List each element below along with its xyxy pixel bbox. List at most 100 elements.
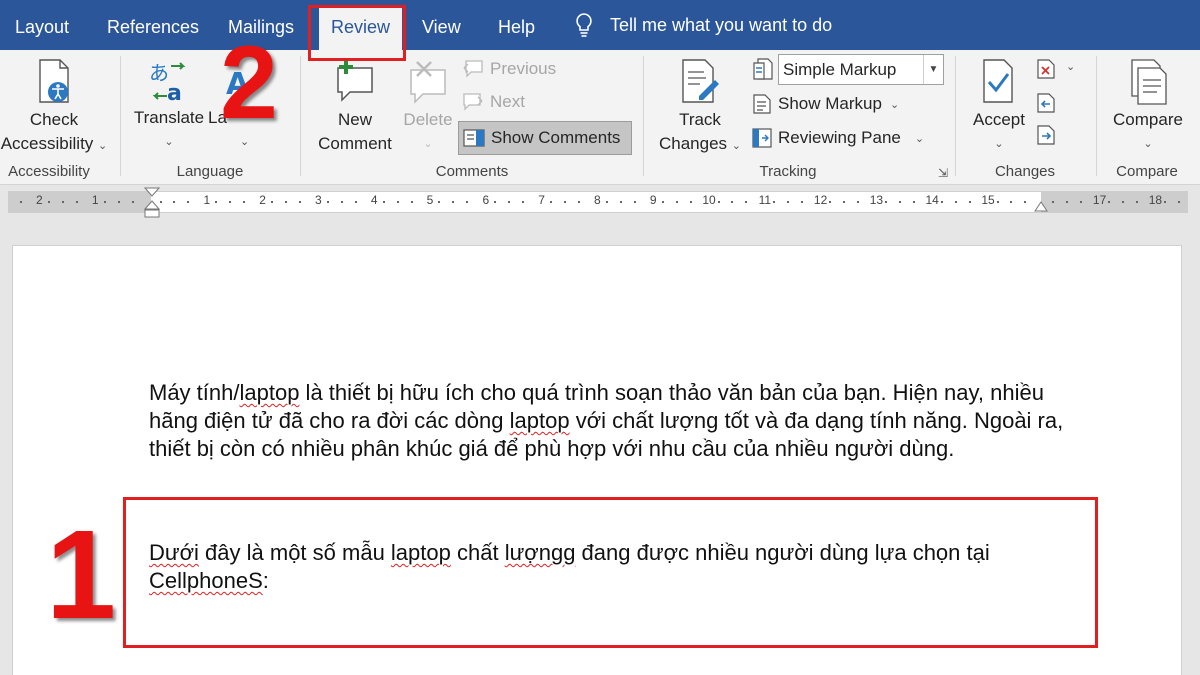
group-label-compare: Compare	[1116, 163, 1178, 180]
ruler-tick	[787, 201, 789, 203]
ruler-tick	[160, 201, 162, 203]
review-tab-highlight	[308, 5, 406, 61]
paragraph-intro[interactable]: Máy tính/laptop là thiết bị hữu ích cho …	[149, 379, 1074, 463]
show-markup-label: Show Markup	[778, 94, 882, 113]
show-markup-button[interactable]: Show Markup ⌄	[752, 93, 899, 115]
dropdown-arrow-icon[interactable]: ▼	[923, 55, 943, 84]
ruler-tick	[1178, 201, 1180, 203]
horizontal-ruler[interactable]: 2 1 1 2 3 4 5 6 7 8 9 10 11 12 13 14 15 17 18	[0, 187, 1200, 219]
ruler-tick	[997, 201, 999, 203]
ruler-tick	[1108, 201, 1110, 203]
ruler-tick	[48, 201, 50, 203]
tab-view[interactable]: View	[422, 0, 461, 50]
ruler-tick	[383, 201, 385, 203]
ruler-tick	[187, 201, 189, 203]
compare-icon	[1131, 59, 1167, 105]
tab-layout[interactable]: Layout	[15, 0, 69, 50]
next-comment-button[interactable]: Next	[462, 92, 525, 112]
ruler-number: 18	[1148, 193, 1163, 207]
accept-button[interactable]: Accept ⌄	[966, 58, 1032, 156]
accept-icon	[983, 59, 1013, 103]
previous-change-icon[interactable]	[1036, 92, 1056, 114]
previous-comment-label: Previous	[490, 59, 557, 78]
track-changes-button[interactable]: Track Changes ⌄	[654, 58, 746, 158]
group-label-accessibility: Accessibility	[8, 163, 90, 180]
svg-text:a: a	[167, 81, 182, 104]
ribbon-tab-bar: Layout References Mailings Review View H…	[0, 0, 1200, 50]
ruler-tick	[215, 201, 217, 203]
ruler-margin-left	[8, 191, 151, 213]
group-label-comments: Comments	[435, 163, 509, 180]
reject-button[interactable]: ⌄	[1036, 58, 1075, 85]
new-comment-button[interactable]: New Comment	[312, 58, 398, 156]
ruler-tick	[955, 201, 957, 203]
ruler-tick	[466, 201, 468, 203]
ruler-tick	[731, 201, 733, 203]
misspelled-word[interactable]: laptop	[239, 380, 299, 405]
group-divider	[955, 56, 956, 176]
ruler-tick	[62, 201, 64, 203]
markup-display-select[interactable]: Simple Markup ▼	[778, 54, 944, 85]
ruler-number: 17	[1092, 193, 1107, 207]
chevron-down-icon: ⌄	[164, 136, 174, 148]
ruler-number: 1	[91, 193, 99, 207]
delete-comment-icon	[410, 61, 446, 104]
ruler-number: 1	[203, 193, 211, 207]
ruler-tick	[1010, 201, 1012, 203]
show-comments-button[interactable]: Show Comments	[458, 121, 632, 155]
ruler-number: 9	[649, 193, 657, 207]
compare-button[interactable]: Compare ⌄	[1106, 58, 1190, 156]
ruler-tick	[1080, 201, 1082, 203]
group-divider	[120, 56, 121, 176]
next-comment-label: Next	[490, 92, 525, 111]
reviewing-pane-label: Reviewing Pane	[778, 128, 901, 147]
ruler-tick	[355, 201, 357, 203]
ruler-tick	[173, 201, 175, 203]
indent-marker-icon[interactable]	[144, 187, 160, 219]
dialog-launcher-icon[interactable]: ⇲	[938, 166, 948, 180]
reviewing-pane-button[interactable]: Reviewing Pane ⌄	[752, 127, 924, 149]
ruler-tick	[132, 201, 134, 203]
show-markup-icon	[753, 94, 771, 114]
show-comments-icon	[463, 129, 485, 147]
ruler-number: 15	[981, 193, 995, 207]
ruler-tick	[1136, 201, 1138, 203]
group-label-changes: Changes	[994, 163, 1056, 180]
tab-references[interactable]: References	[107, 0, 199, 50]
right-indent-marker-icon[interactable]	[1034, 201, 1048, 213]
ruler-tick	[676, 201, 678, 203]
reject-icon	[1037, 59, 1055, 79]
step-2-marker: 2	[220, 25, 278, 141]
delete-comment-button[interactable]: Delete ⌄	[398, 58, 458, 156]
ruler-number: 6	[482, 193, 490, 207]
tab-help[interactable]: Help	[498, 0, 535, 50]
chevron-down-icon: ⌄	[98, 140, 108, 152]
ruler-number: 5	[426, 193, 434, 207]
ruler-tick	[801, 201, 803, 203]
ruler-tick	[773, 201, 775, 203]
ruler-number: 11	[758, 193, 772, 207]
check-accessibility-button[interactable]: Check Accessibility ⌄	[0, 58, 114, 158]
text-run: Máy tính/	[149, 380, 240, 405]
translate-label: Translate	[133, 108, 205, 127]
misspelled-word[interactable]: laptop	[510, 408, 570, 433]
chevron-down-icon: ⌄	[1143, 138, 1153, 150]
accept-label: Accept	[973, 110, 1025, 129]
show-comments-label: Show Comments	[491, 128, 621, 147]
track-changes-label-1: Track	[679, 110, 721, 129]
chevron-down-icon: ⌄	[889, 98, 900, 111]
chevron-down-icon: ⌄	[1066, 61, 1076, 73]
ruler-tick	[620, 201, 622, 203]
new-comment-label-1: New	[337, 110, 372, 129]
next-change-icon[interactable]	[1036, 124, 1056, 146]
ruler-number: 12	[813, 193, 828, 207]
track-changes-icon	[682, 59, 719, 103]
previous-comment-button[interactable]: Previous	[462, 59, 556, 79]
ruler-tick	[745, 201, 747, 203]
ruler-tick	[452, 201, 454, 203]
ruler-tick	[829, 201, 831, 203]
tell-me-search[interactable]: Tell me what you want to do	[574, 0, 832, 50]
ruler-tick	[229, 201, 231, 203]
ruler-number: 2	[36, 193, 43, 207]
translate-button[interactable]: あa Translate ⌄	[132, 58, 206, 154]
